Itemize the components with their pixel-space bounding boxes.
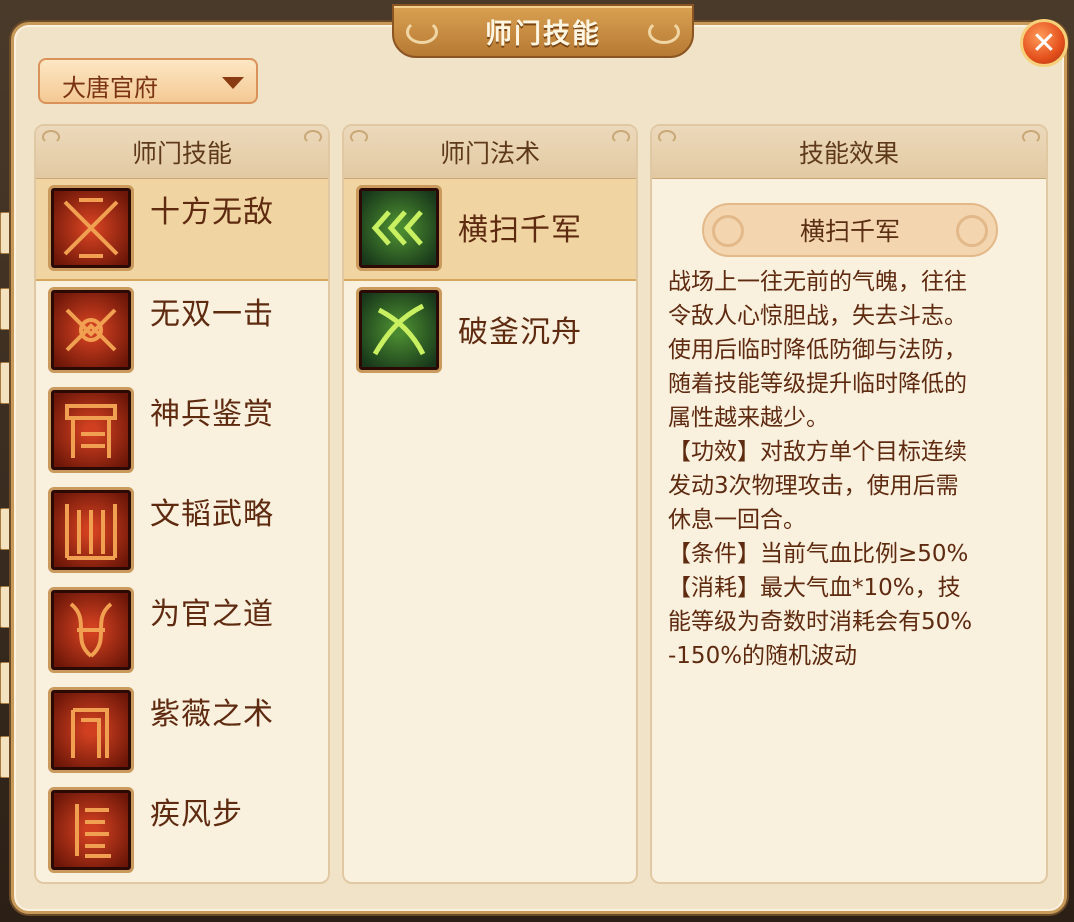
sweep-arrows-icon: [356, 185, 442, 271]
corner-ornament-icon: [350, 130, 368, 144]
skill-label: 文韬武略: [150, 497, 274, 532]
triangle-down-icon: [222, 77, 244, 89]
effect-line: -150%的随机波动: [668, 643, 858, 669]
spell-label: 横扫千军: [458, 213, 582, 248]
wind-step-icon: [48, 787, 134, 873]
effect-line: 使用后临时降低防御与法防，: [668, 337, 967, 363]
crossed-sabers-icon: [356, 287, 442, 373]
vine-crest-icon: [48, 587, 134, 673]
effect-title: 横扫千军: [799, 217, 900, 246]
effect-title-area: 横扫千军: [652, 179, 1046, 265]
skill-item-weiguan-zhidao[interactable]: 为官之道: [36, 581, 328, 681]
spell-label: 破釜沉舟: [458, 315, 582, 350]
effect-line: 属性越来越少。: [668, 405, 829, 431]
title-plate: 师门技能: [392, 4, 694, 58]
corner-ornament-icon: [42, 130, 60, 144]
close-icon: ✕: [1031, 25, 1057, 61]
skill-item-wentao-wulue[interactable]: 文韬武略: [36, 481, 328, 581]
cloud-ornament-icon: [956, 215, 988, 247]
effect-title-plate: 横扫千军: [702, 203, 998, 257]
effect-header-label: 技能效果: [798, 139, 899, 168]
effect-line: 发动3次物理攻击，使用后需: [668, 473, 959, 499]
effect-line: 休息一回合。: [668, 507, 806, 533]
skill-item-shifang-wudi[interactable]: 十方无敌: [36, 179, 328, 281]
swirl-ornament-icon: [406, 20, 438, 44]
skill-item-shenbing-jianshang[interactable]: 神兵鉴赏: [36, 381, 328, 481]
corner-ornament-icon: [1022, 130, 1040, 144]
effect-line: 战场上一往无前的气魄，往往: [668, 269, 967, 295]
effect-line: 【消耗】最大气血*10%，技: [668, 575, 961, 601]
effect-line: 【功效】对敌方单个目标连续: [668, 439, 967, 465]
skill-label: 紫薇之术: [150, 697, 274, 732]
skill-label: 无双一击: [150, 297, 274, 332]
spells-header-label: 师门法术: [439, 139, 540, 168]
skills-column-header: 师门技能: [36, 126, 328, 179]
effect-line: 【条件】当前气血比例≥50%: [668, 541, 969, 567]
effect-column-header: 技能效果: [652, 126, 1046, 179]
effect-column: 技能效果 横扫千军 战场上一往无前的气魄，往往 令敌人心惊胆战，失去斗志。 使用…: [650, 124, 1048, 884]
weapon-rack-icon: [48, 387, 134, 473]
skill-label: 神兵鉴赏: [150, 397, 274, 432]
effect-line: 随着技能等级提升临时降低的: [668, 371, 967, 397]
spell-item-hengsao-qianjun[interactable]: 横扫千军: [344, 179, 636, 281]
corner-ornament-icon: [658, 130, 676, 144]
corner-ornament-icon: [612, 130, 630, 144]
skill-label: 疾风步: [150, 797, 243, 832]
skill-item-jifeng-bu[interactable]: 疾风步: [36, 781, 328, 881]
corner-ornament-icon: [304, 130, 322, 144]
skills-header-label: 师门技能: [131, 139, 232, 168]
skill-label: 十方无敌: [150, 195, 274, 230]
skill-item-ziwei-zhishu[interactable]: 紫薇之术: [36, 681, 328, 781]
effect-line: 令敌人心惊胆战，失去斗志。: [668, 303, 967, 329]
effect-line: 能等级为奇数时消耗会有50%: [668, 609, 973, 635]
school-dropdown-value: 大唐官府: [62, 74, 158, 102]
spells-column-header: 师门法术: [344, 126, 636, 179]
twin-strike-icon: [48, 287, 134, 373]
close-button[interactable]: ✕: [1020, 19, 1068, 67]
swirl-ornament-icon: [648, 20, 680, 44]
scroll-gate-icon: [48, 487, 134, 573]
crossed-blades-icon: [48, 185, 134, 271]
school-dropdown[interactable]: 大唐官府: [38, 58, 258, 104]
effect-description: 战场上一往无前的气魄，往往 令敌人心惊胆战，失去斗志。 使用后临时降低防御与法防…: [652, 265, 1046, 673]
skill-item-wushuang-yiji[interactable]: 无双一击: [36, 281, 328, 381]
pillar-icon: [48, 687, 134, 773]
skill-label: 为官之道: [150, 597, 274, 632]
skills-column: 师门技能 十方无敌 无双一击 神兵鉴赏 文韬武略 为官之道 紫薇之术 疾风步: [34, 124, 330, 884]
window-title: 师门技能: [485, 18, 601, 50]
cloud-ornament-icon: [712, 215, 744, 247]
spells-column: 师门法术 横扫千军 破釜沉舟: [342, 124, 638, 884]
spell-item-pofu-chenzhou[interactable]: 破釜沉舟: [344, 281, 636, 381]
